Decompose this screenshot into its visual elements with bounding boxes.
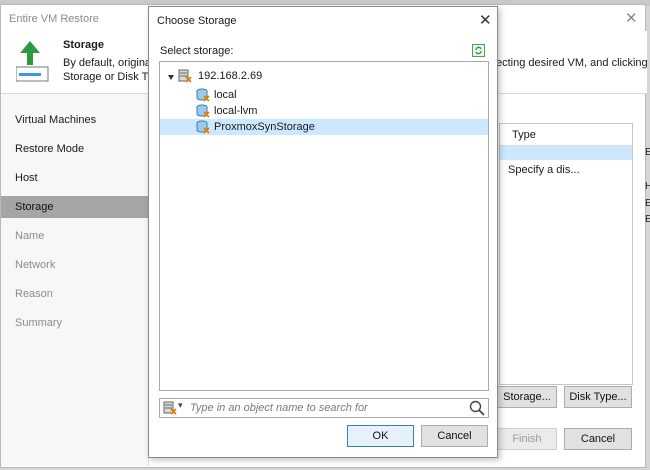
cut-off-text: E	[645, 147, 650, 158]
storage-icon	[196, 104, 210, 118]
step-network: Network	[15, 259, 56, 271]
tree-node-host[interactable]: 192.168.2.69	[160, 68, 488, 84]
wizard-steps: Virtual Machines Restore Mode Host Stora…	[1, 94, 149, 466]
step-description-line2: Storage or Disk Typ	[63, 71, 160, 83]
close-icon[interactable]: ✕	[479, 11, 492, 29]
window-title: Entire VM Restore	[9, 13, 99, 25]
search-input[interactable]	[190, 400, 460, 416]
step-description: By default, original	[63, 57, 154, 69]
storage-tree[interactable]: 192.168.2.69 local local-lvm ProxmoxSynS…	[159, 61, 489, 391]
table-cell-type: Specify a dis...	[508, 164, 580, 176]
cut-off-text: E	[645, 198, 650, 209]
step-virtual-machines[interactable]: Virtual Machines	[1, 109, 149, 131]
vm-disk-grid[interactable]: Type Specify a dis...	[499, 123, 633, 385]
step-title: Storage	[63, 39, 104, 51]
cut-off-text: E	[645, 214, 650, 225]
dialog-title: Choose Storage	[157, 15, 237, 27]
column-header-type[interactable]: Type	[512, 129, 536, 141]
storage-icon	[196, 88, 210, 102]
step-summary: Summary	[15, 317, 63, 329]
step-host[interactable]: Host	[1, 167, 149, 189]
object-search-bar: ▾	[159, 398, 489, 418]
search-icon[interactable]	[469, 400, 485, 416]
table-row-selected[interactable]	[500, 146, 632, 160]
disk-type-button[interactable]: Disk Type...	[564, 386, 632, 408]
step-restore-mode[interactable]: Restore Mode	[1, 138, 149, 160]
object-type-icon[interactable]	[163, 401, 177, 415]
tree-item-label: local	[214, 89, 237, 101]
tree-item-label: ProxmoxSynStorage	[214, 121, 315, 133]
ok-button[interactable]: OK	[347, 425, 414, 447]
tree-item-label: 192.168.2.69	[198, 70, 263, 82]
grid-header: Type	[500, 124, 632, 146]
choose-storage-dialog: Choose Storage ✕ Select storage: 192.168…	[148, 6, 498, 458]
storage-button[interactable]: Storage...	[497, 386, 557, 408]
chevron-down-icon[interactable]: ▾	[178, 400, 183, 411]
close-icon[interactable]: ✕	[625, 9, 638, 27]
restore-arrow-icon	[16, 41, 49, 82]
step-name: Name	[15, 230, 45, 242]
finish-button: Finish	[497, 428, 557, 450]
step-description-right: ecting desired VM, and clicking	[496, 57, 648, 69]
tree-node-local[interactable]: local	[160, 87, 488, 103]
step-reason: Reason	[15, 288, 53, 300]
tree-item-label: local-lvm	[214, 105, 258, 117]
host-icon	[178, 69, 192, 83]
storage-icon	[196, 120, 210, 134]
wizard-cancel-button[interactable]: Cancel	[564, 428, 632, 450]
tree-node-proxmoxsynstorage[interactable]: ProxmoxSynStorage	[160, 119, 488, 135]
step-storage[interactable]: Storage	[1, 196, 149, 218]
refresh-icon[interactable]	[472, 44, 485, 57]
tree-node-local-lvm[interactable]: local-lvm	[160, 103, 488, 119]
cut-off-text: H	[645, 181, 650, 192]
select-storage-label: Select storage:	[160, 45, 234, 57]
cancel-button[interactable]: Cancel	[421, 425, 488, 447]
expand-triangle-icon[interactable]	[168, 75, 174, 80]
